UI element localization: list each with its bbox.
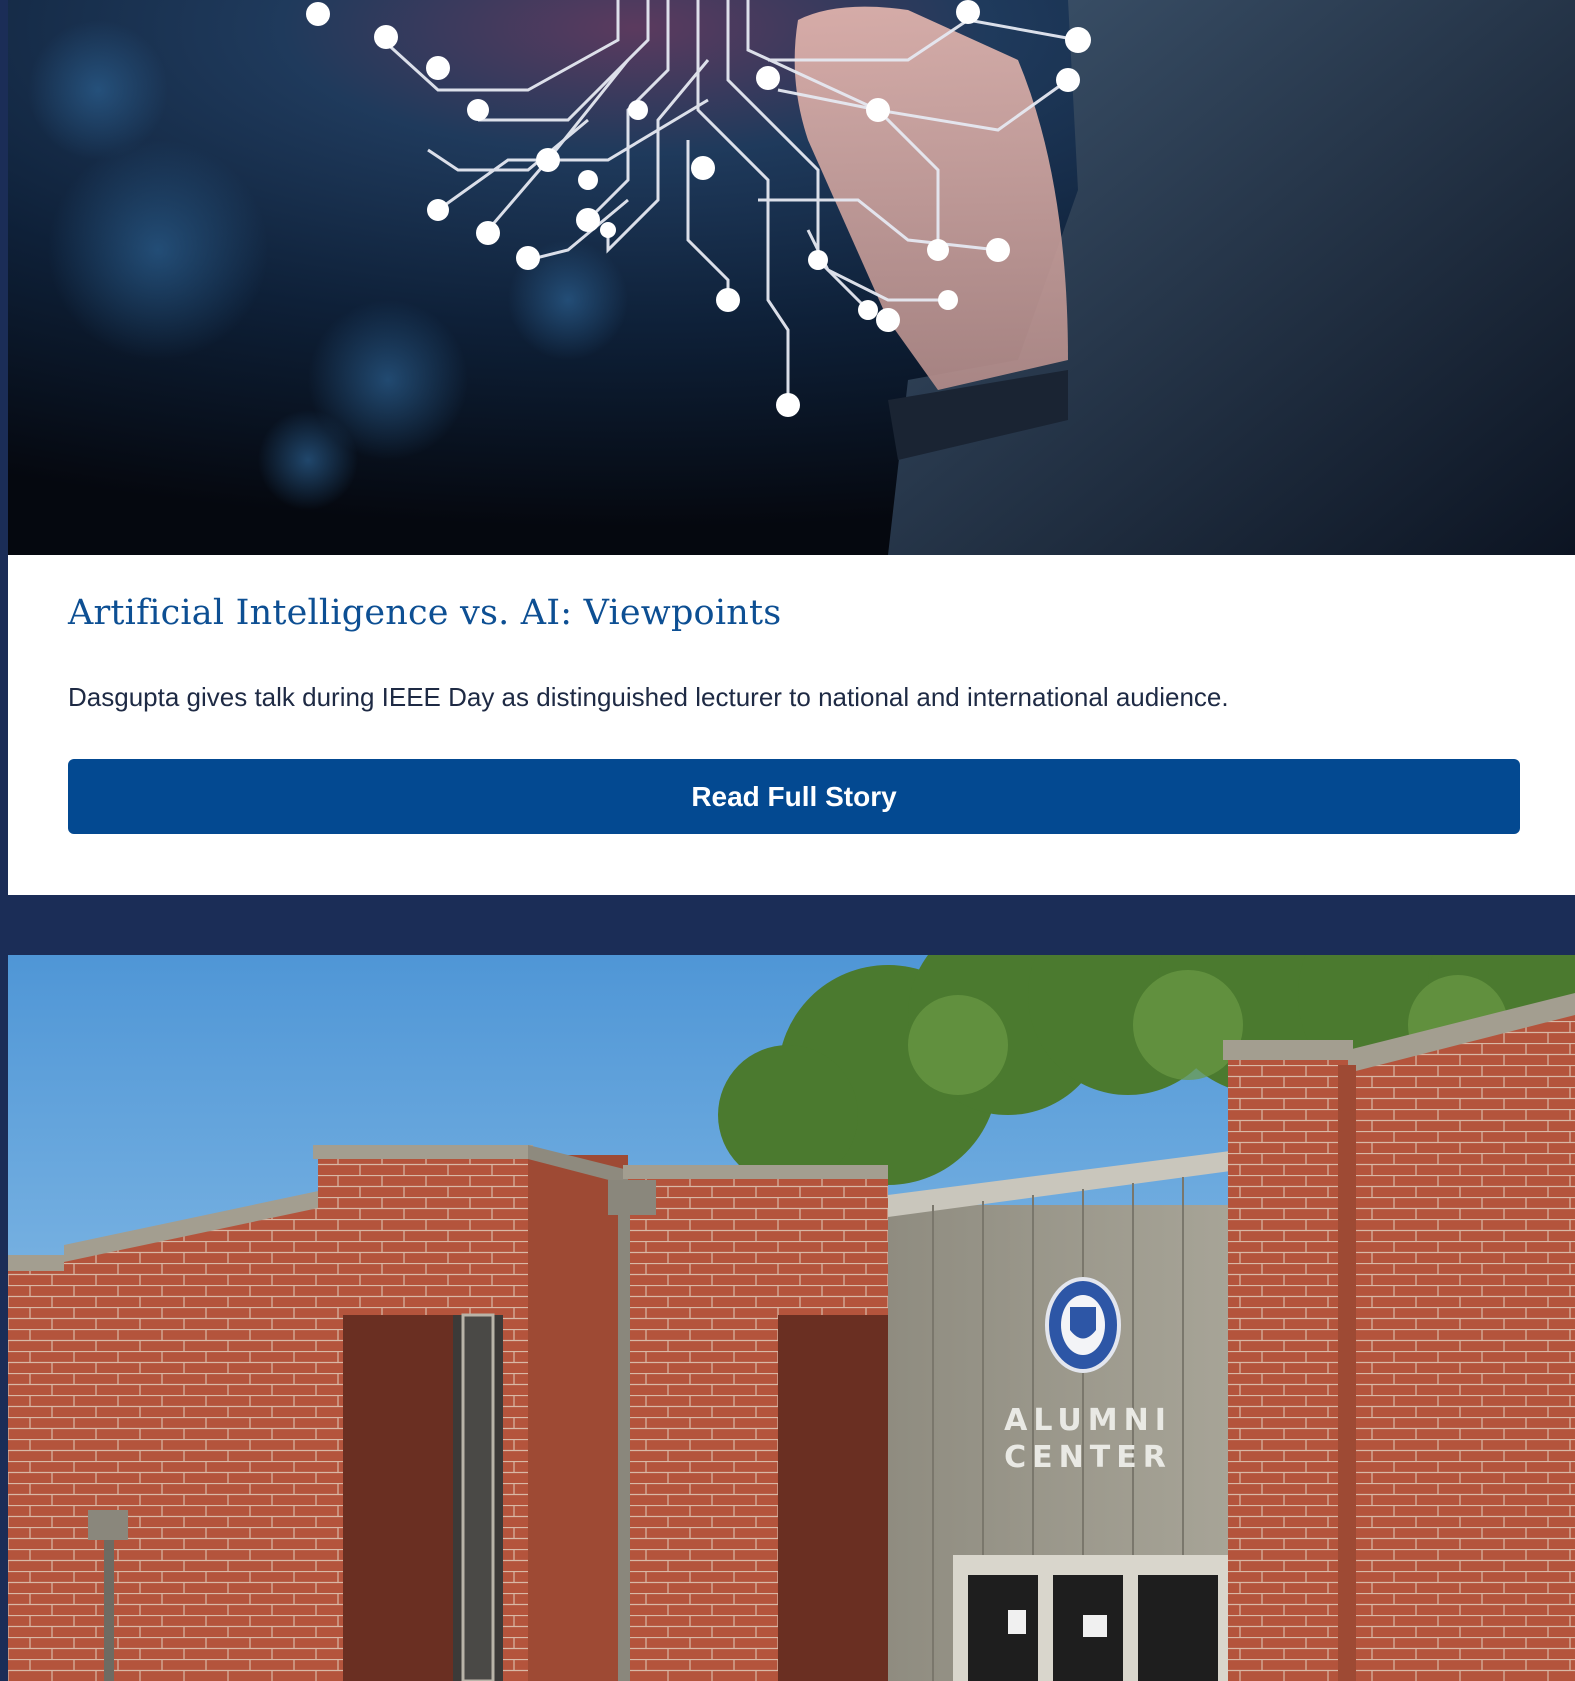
- ai-circuit-hand-image: [8, 0, 1575, 555]
- story-hero-image[interactable]: [8, 0, 1575, 555]
- university-seal-icon: [1045, 1277, 1121, 1373]
- alumni-sign-line1: ALUMNI: [1004, 1403, 1172, 1438]
- read-full-story-button[interactable]: Read Full Story: [68, 759, 1520, 834]
- story-card: Artificial Intelligence vs. AI: Viewpoin…: [8, 555, 1575, 895]
- story-summary: Dasgupta gives talk during IEEE Day as d…: [68, 682, 1229, 712]
- alumni-sign-line2: CENTER: [1004, 1440, 1172, 1475]
- next-story-image[interactable]: ALUMNI CENTER: [8, 955, 1575, 1681]
- alumni-center-building-image: ALUMNI CENTER: [8, 955, 1575, 1681]
- story-title[interactable]: Artificial Intelligence vs. AI: Viewpoin…: [68, 593, 781, 633]
